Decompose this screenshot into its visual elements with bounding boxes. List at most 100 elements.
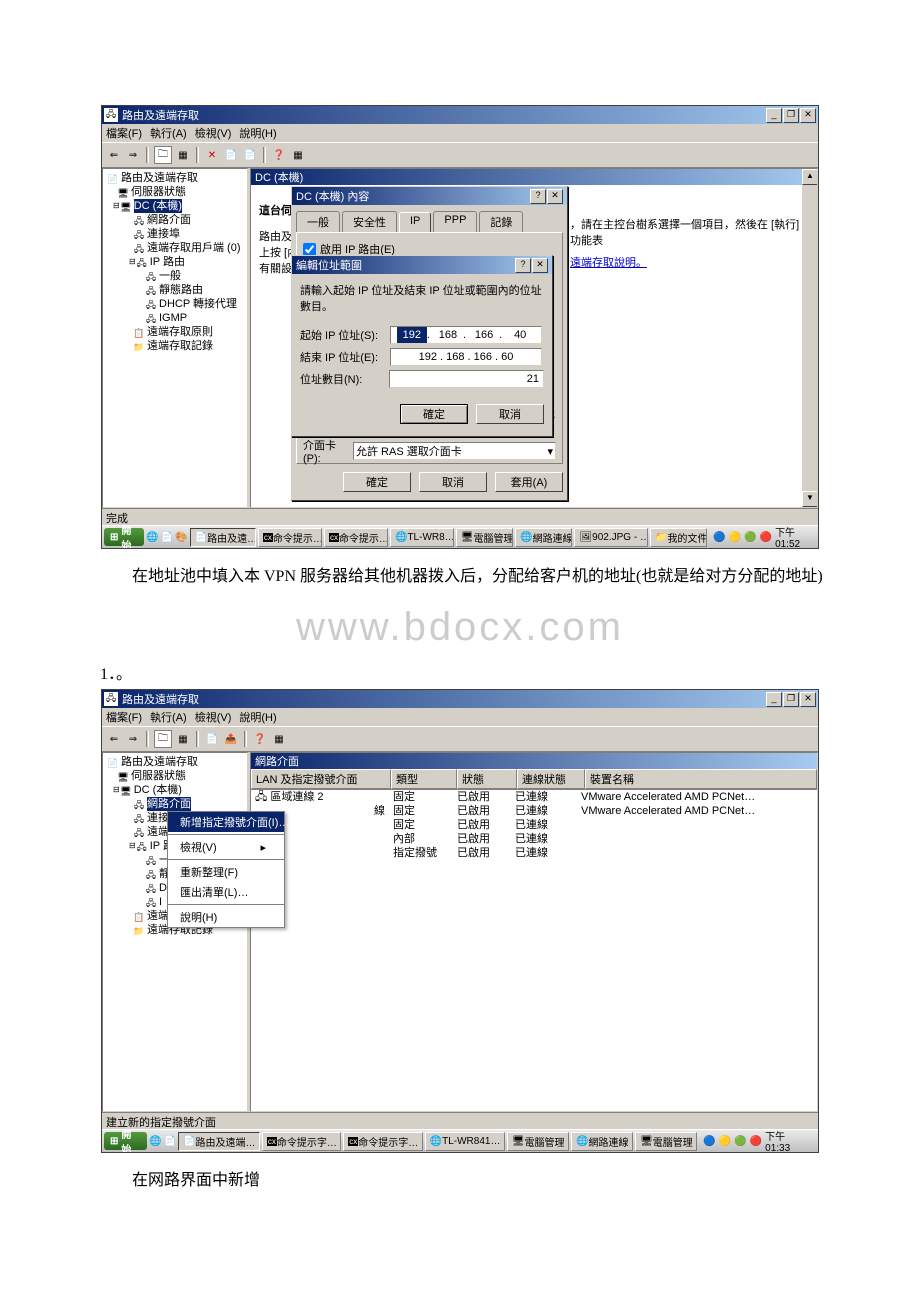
cancel-button[interactable]: 取消 [476,404,544,424]
scroll-up-icon[interactable]: ▲ [802,169,818,185]
up-icon[interactable]: 🗀 [154,146,172,164]
ok-button[interactable]: 確定 [400,404,468,424]
tree-root[interactable]: 路由及遠端存取 [121,755,198,769]
back-icon[interactable]: ⇐ [106,731,122,747]
menu-view[interactable]: 檢視(V) [195,709,232,725]
tree-item[interactable]: DHCP 轉接代理 [159,297,237,311]
properties-icon[interactable]: 📄 [223,147,239,163]
scrollbar-vertical[interactable]: ▲ ▼ [802,169,817,507]
tree-item[interactable]: DC (本機) [134,783,182,797]
ctx-view[interactable]: 檢視(V)▸ [168,837,284,857]
help-icon[interactable]: ❓ [271,147,287,163]
tree-item[interactable]: 靜態路由 [159,283,203,297]
tray-icon[interactable]: 🔵 [703,1136,715,1147]
list-icon[interactable]: ▦ [175,147,191,163]
tree-item[interactable]: 遠端存取記錄 [147,339,213,353]
refresh-icon[interactable]: 📄 [242,147,258,163]
tree-item-selected[interactable]: 網路介面 [147,797,191,811]
column-header[interactable]: 狀態 [457,769,517,789]
tree-item[interactable]: 遠端 [147,825,169,839]
list-item[interactable]: 指定撥號已啟用已連線 [251,846,817,860]
tree-item[interactable]: 一般 [159,269,181,283]
tray-icon[interactable]: 🟡 [729,532,741,543]
list-item[interactable]: 內部已啟用已連線 [251,832,817,846]
task-item[interactable]: 🌐TL-WR841… [425,1132,505,1151]
quick-launch-icon[interactable]: 🌐 [146,532,158,543]
list-item[interactable]: 🖧 區域連線 2固定已啟用已連線VMware Accelerated AMD P… [251,790,817,804]
column-header[interactable]: 裝置名稱 [585,769,817,789]
count-input[interactable]: 21 [389,370,544,388]
export-icon[interactable]: 📤 [223,731,239,747]
menu-file[interactable]: 檔案(F) [106,709,142,725]
start-button[interactable]: ⊞開始 [104,528,144,546]
checkbox-enable-ip-routing[interactable] [303,243,316,256]
forward-icon[interactable]: ⇒ [125,147,141,163]
task-item[interactable]: 📁我的文件 [650,528,707,547]
tab-ip[interactable]: IP [399,212,431,233]
task-item[interactable]: cx命令提示字… [343,1132,422,1151]
help-icon[interactable]: ❓ [252,731,268,747]
close-button[interactable]: ✕ [800,108,816,123]
ok-button[interactable]: 確定 [343,472,411,492]
task-item[interactable]: 📄路由及遠端… [178,1132,260,1151]
tree-item[interactable]: IP 路由 [150,255,185,269]
delete-icon[interactable]: ✕ [204,147,220,163]
forward-icon[interactable]: ⇒ [125,731,141,747]
chevron-down-icon[interactable]: ▾ [547,445,553,458]
tray-icon[interactable]: 🔵 [713,532,725,543]
menu-help[interactable]: 說明(H) [239,125,276,141]
nic-dropdown[interactable]: 允許 RAS 選取介面卡 ▾ [353,442,556,460]
close-button[interactable]: ✕ [532,258,548,273]
tree-item[interactable]: 網路介面 [147,213,191,227]
extra-icon[interactable]: ▦ [290,147,306,163]
tree-item[interactable]: 伺服器狀態 [131,185,186,199]
task-item[interactable]: 🖥電腦管理 [635,1132,697,1151]
ctx-help[interactable]: 說明(H) [168,907,284,927]
tree-root[interactable]: 路由及遠端存取 [121,171,198,185]
tree-item[interactable]: 遠端存取原則 [147,325,213,339]
quick-launch-icon[interactable]: 📄 [164,1136,176,1147]
tab-log[interactable]: 記錄 [479,211,523,232]
task-item[interactable]: cx命令提示字… [262,1132,341,1151]
menu-file[interactable]: 檔案(F) [106,125,142,141]
help-link[interactable]: 遠端存取說明。 [570,257,647,269]
task-item[interactable]: 🖥電腦管理 [456,528,513,547]
quick-launch-icon[interactable]: 🌐 [149,1136,161,1147]
tray-icon[interactable]: 🟢 [744,532,756,543]
tab-ppp[interactable]: PPP [433,211,477,232]
tray-icon[interactable]: 🔴 [760,532,772,543]
tree-item[interactable]: I [159,895,162,909]
menu-view[interactable]: 檢視(V) [195,125,232,141]
column-header[interactable]: LAN 及指定撥號介面 [251,769,391,789]
task-item[interactable]: 🖥電腦管理 [507,1132,569,1151]
tree-item-selected[interactable]: DC (本機) [134,199,182,213]
column-header[interactable]: 類型 [391,769,457,789]
help-button[interactable]: ? [515,258,531,273]
help-button[interactable]: ? [530,189,546,204]
minimize-button[interactable]: _ [766,692,782,707]
task-item[interactable]: 🌐網路連線 [571,1132,633,1151]
scroll-down-icon[interactable]: ▼ [802,491,818,507]
tab-general[interactable]: 一般 [296,211,340,232]
tree-pane[interactable]: 📄路由及遠端存取 🖥伺服器狀態 ⊟🖥DC (本機) 🖧網路介面 🖧連接 🖧遠端 … [102,752,248,1112]
tree-item[interactable]: 伺服器狀態 [131,769,186,783]
minimize-button[interactable]: _ [766,108,782,123]
task-item[interactable]: 🖼902.JPG - … [574,528,648,547]
close-button[interactable]: ✕ [800,692,816,707]
tray-icon[interactable]: 🟡 [719,1136,731,1147]
ctx-export[interactable]: 匯出清單(L)… [168,882,284,902]
task-item[interactable]: cx命令提示… [324,528,388,547]
back-icon[interactable]: ⇐ [106,147,122,163]
tree-item[interactable]: IGMP [159,311,187,325]
start-button[interactable]: ⊞開始 [104,1132,147,1150]
cancel-button[interactable]: 取消 [419,472,487,492]
end-ip-input[interactable]: 192 . 168 . 166 . 60 [390,348,542,366]
tray-icon[interactable]: 🟢 [734,1136,746,1147]
tab-security[interactable]: 安全性 [342,211,397,232]
refresh-icon[interactable]: 📄 [204,731,220,747]
list-icon[interactable]: ▦ [175,731,191,747]
task-item[interactable]: 📄路由及遠… [190,528,256,547]
list-item[interactable]: 線固定已啟用已連線VMware Accelerated AMD PCNet… [251,804,817,818]
tray-icon[interactable]: 🔴 [750,1136,762,1147]
tree-item[interactable]: 連接 [147,811,169,825]
